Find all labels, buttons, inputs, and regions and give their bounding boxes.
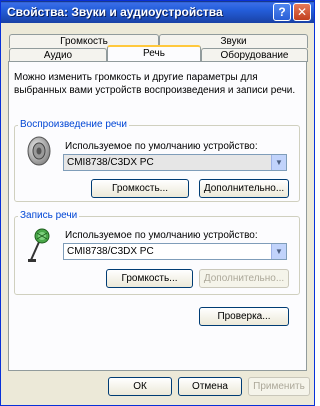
playback-device-select[interactable]: CMI8738/C3DX PC ▼ — [63, 154, 287, 171]
microphone-icon — [28, 228, 50, 262]
recording-device-label: Используемое по умолчанию устройство: — [65, 230, 258, 241]
playback-group-title: Воспроизведение речи — [18, 119, 129, 130]
recording-device-select[interactable]: CMI8738/C3DX PC ▼ — [63, 243, 287, 260]
chevron-down-icon[interactable]: ▼ — [271, 244, 286, 259]
recording-advanced-button: Дополнительно... — [199, 269, 289, 288]
sound-properties-dialog: Свойства: Звуки и аудиоустройства ? ✕ Гр… — [0, 0, 315, 406]
window-title: Свойства: Звуки и аудиоустройства — [7, 5, 223, 19]
playback-advanced-button[interactable]: Дополнительно... — [199, 179, 289, 198]
tab-row-front: Аудио Речь Оборудование — [9, 45, 308, 62]
chevron-down-icon[interactable]: ▼ — [271, 155, 286, 170]
recording-group-title: Запись речи — [18, 210, 80, 221]
ok-button[interactable]: ОК — [108, 377, 172, 396]
recording-volume-button[interactable]: Громкость... — [106, 269, 193, 288]
intro-text: Можно изменить громкость и другие параме… — [14, 72, 296, 96]
playback-volume-button[interactable]: Громкость... — [91, 179, 189, 198]
apply-button: Применить — [248, 377, 310, 396]
tab-hardware[interactable]: Оборудование — [201, 48, 308, 62]
playback-device-value: CMI8738/C3DX PC — [67, 157, 154, 168]
help-button[interactable]: ? — [273, 3, 291, 21]
speaker-icon — [27, 136, 51, 166]
title-bar[interactable]: Свойства: Звуки и аудиоустройства ? ✕ — [1, 1, 314, 23]
close-button[interactable]: ✕ — [293, 3, 311, 21]
cancel-button[interactable]: Отмена — [178, 377, 242, 396]
recording-device-value: CMI8738/C3DX PC — [67, 246, 154, 257]
tab-audio[interactable]: Аудио — [9, 48, 107, 62]
playback-device-label: Используемое по умолчанию устройство: — [65, 141, 258, 152]
tab-speech[interactable]: Речь — [107, 45, 201, 62]
test-button[interactable]: Проверка... — [199, 307, 289, 326]
